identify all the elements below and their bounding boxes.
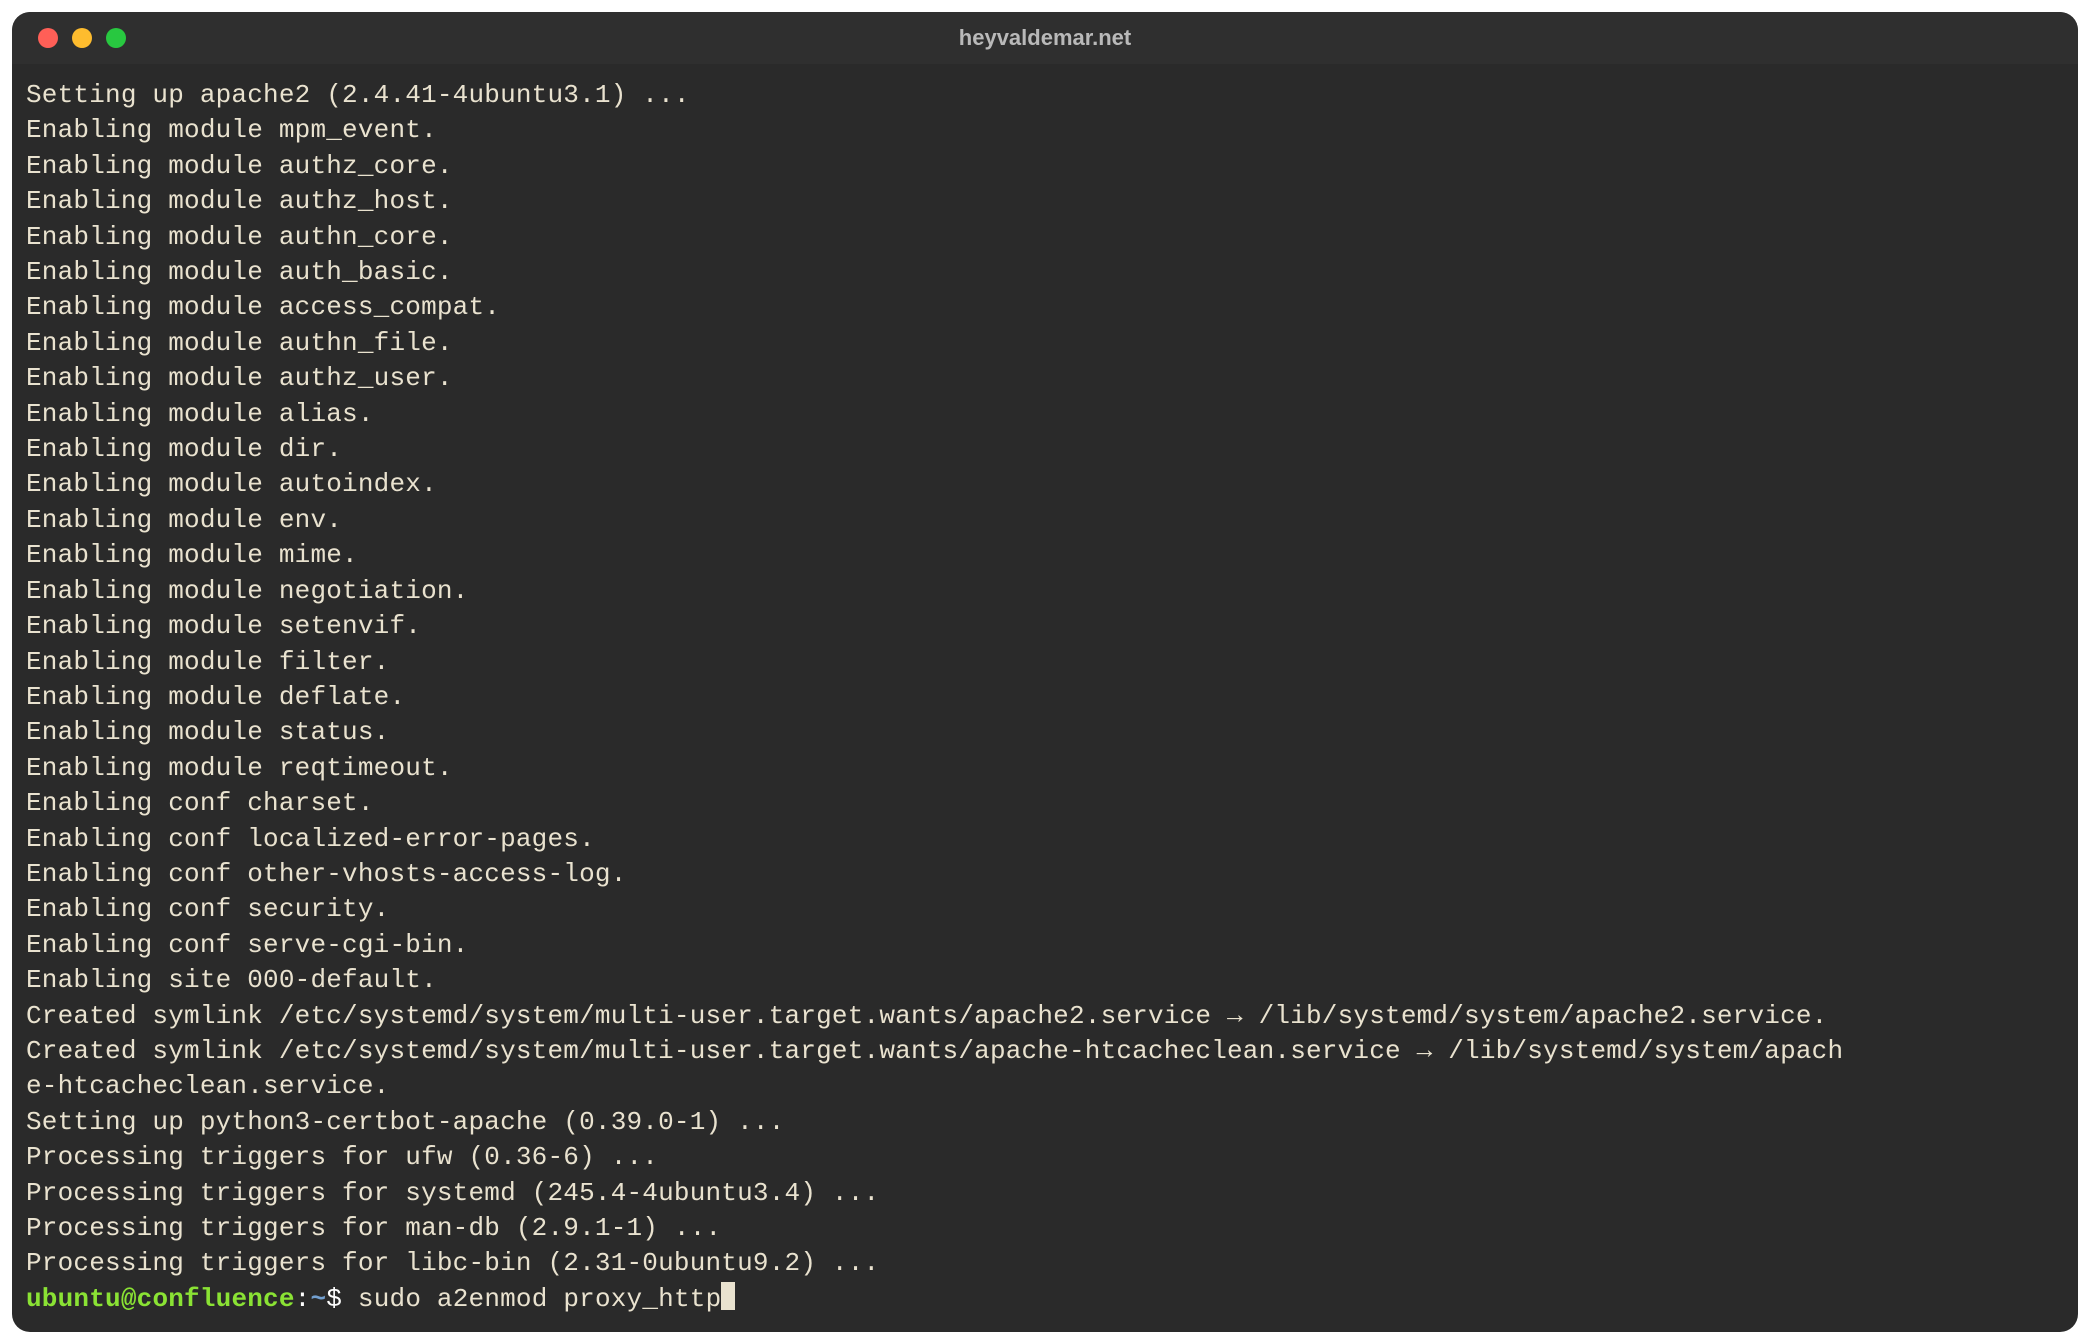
prompt-at: @ <box>121 1284 137 1314</box>
titlebar: heyvaldemar.net <box>12 12 2078 64</box>
minimize-icon[interactable] <box>72 28 92 48</box>
terminal-output: Setting up apache2 (2.4.41-4ubuntu3.1) .… <box>26 80 1843 1278</box>
prompt-host: confluence <box>137 1284 295 1314</box>
prompt-sigil: $ <box>326 1284 342 1314</box>
prompt-colon: : <box>295 1284 311 1314</box>
close-icon[interactable] <box>38 28 58 48</box>
terminal-body[interactable]: Setting up apache2 (2.4.41-4ubuntu3.1) .… <box>12 64 2078 1331</box>
prompt-user: ubuntu <box>26 1284 121 1314</box>
zoom-icon[interactable] <box>106 28 126 48</box>
cursor-icon <box>721 1282 735 1310</box>
window-title: heyvaldemar.net <box>12 25 2078 51</box>
terminal-window: heyvaldemar.net Setting up apache2 (2.4.… <box>12 12 2078 1332</box>
prompt-path: ~ <box>310 1284 326 1314</box>
window-controls <box>12 28 126 48</box>
command-input[interactable]: sudo a2enmod proxy_http <box>342 1284 721 1314</box>
